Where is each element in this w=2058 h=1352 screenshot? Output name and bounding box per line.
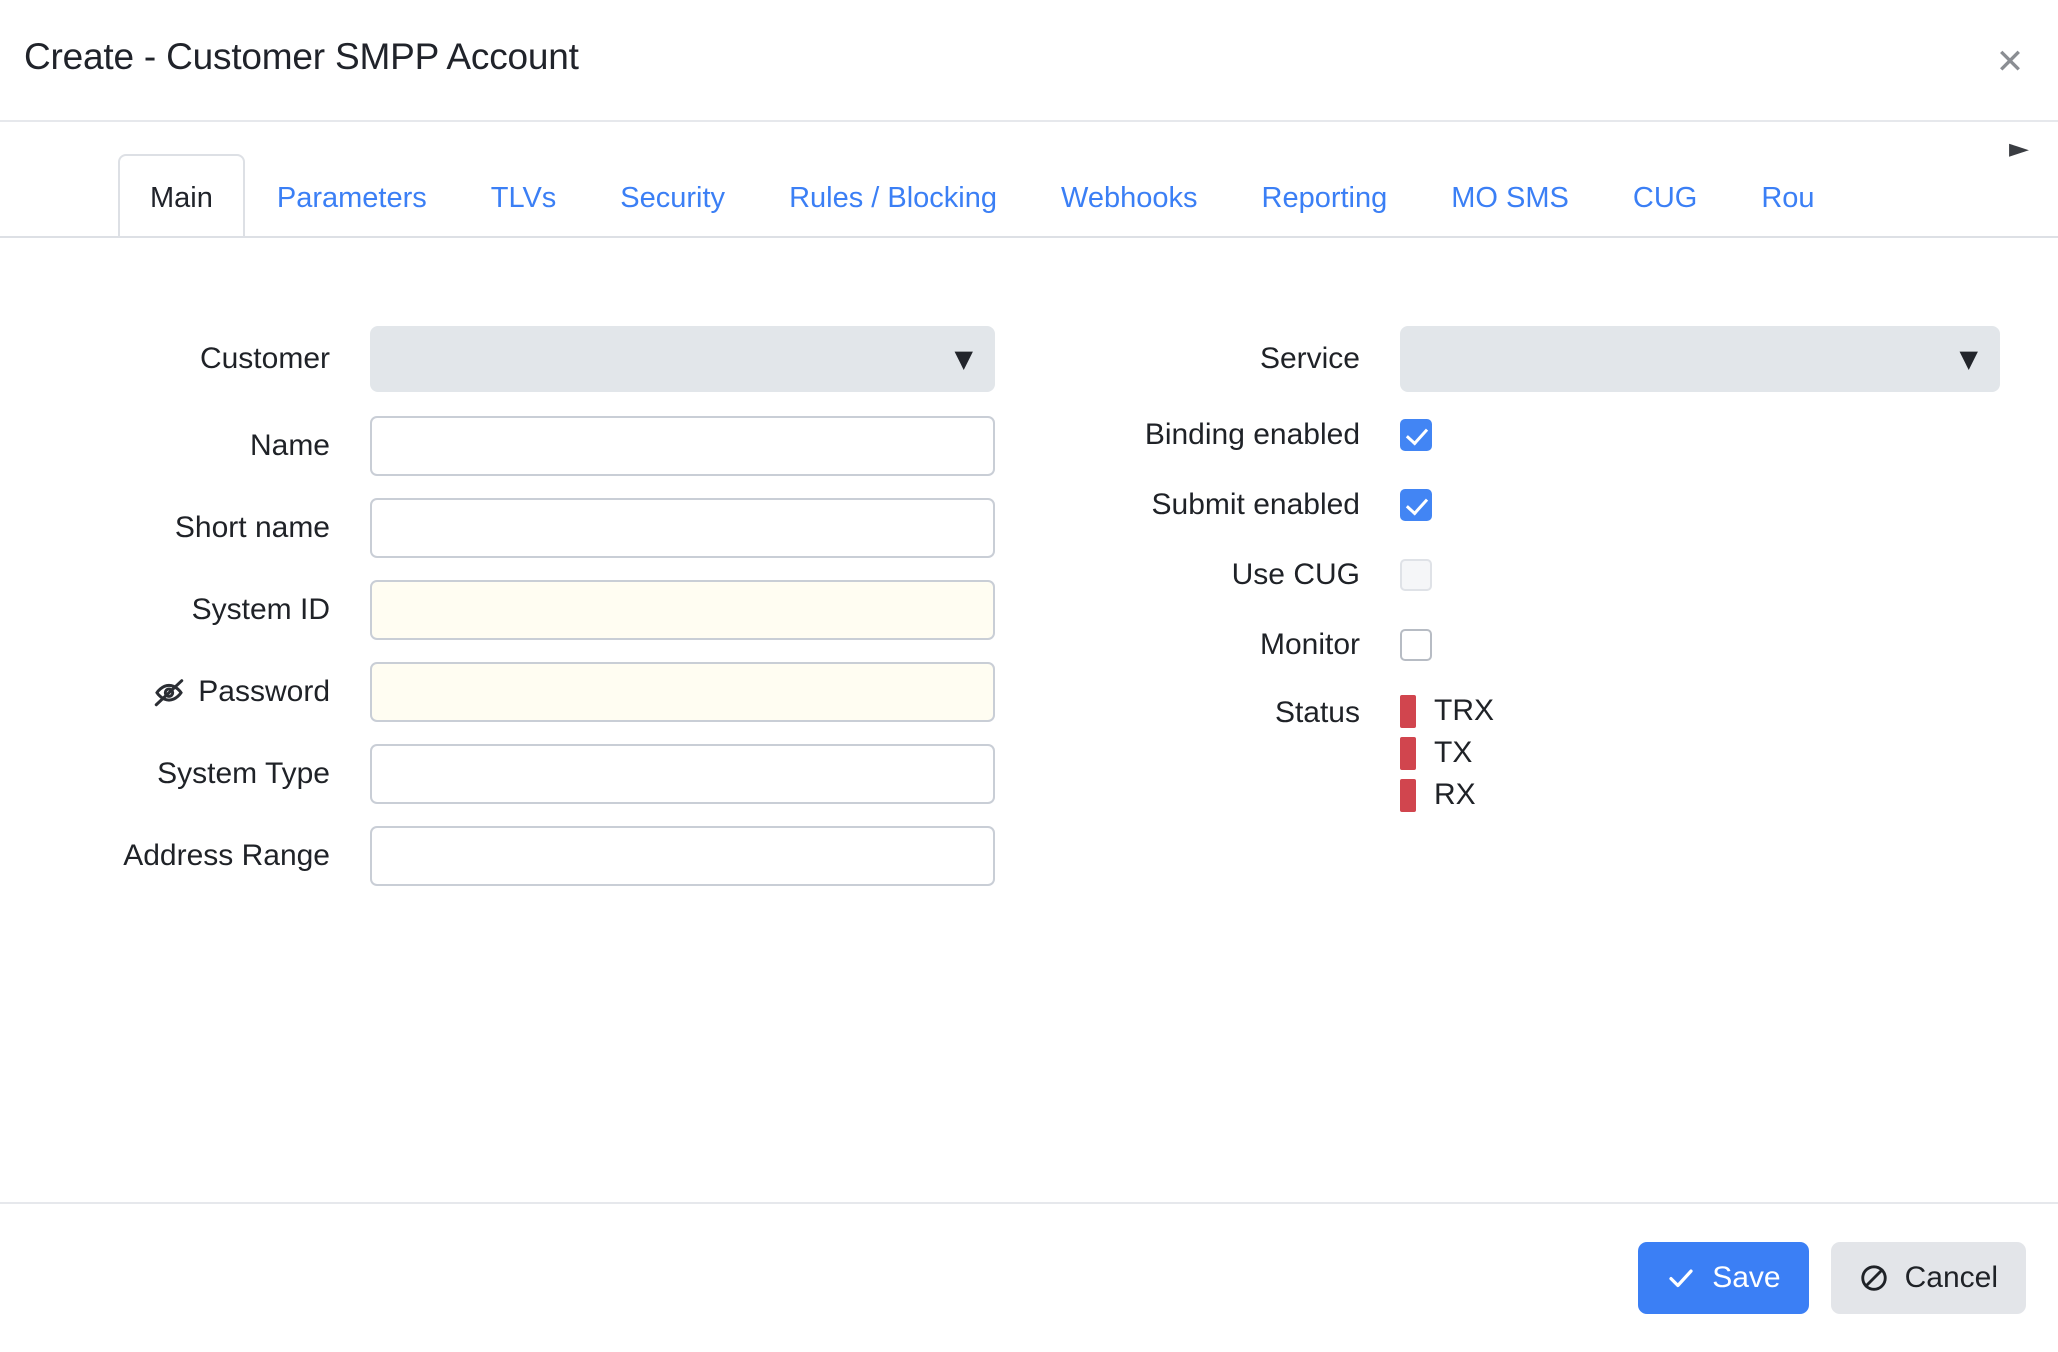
monitor-label: Monitor: [1259, 628, 1360, 661]
field-row-system-type: System Type: [0, 744, 995, 804]
customer-select[interactable]: ▼: [370, 326, 995, 392]
submit-enabled-checkbox[interactable]: [1400, 489, 1432, 521]
dialog-header: Create - Customer SMPP Account ✕: [0, 0, 2058, 122]
status-badge: TX: [1400, 736, 1494, 770]
dialog-footer: Save Cancel: [0, 1202, 2058, 1352]
status-indicator-icon: [1400, 694, 1416, 728]
eye-off-icon[interactable]: [152, 675, 186, 709]
field-row-password: Password: [0, 662, 995, 722]
save-button[interactable]: Save: [1638, 1242, 1809, 1314]
field-row-monitor: Monitor: [1030, 628, 2030, 662]
monitor-checkbox[interactable]: [1400, 629, 1432, 661]
customer-label: Customer: [199, 342, 330, 375]
tab-tlvs[interactable]: TLVs: [459, 154, 589, 236]
field-row-short-name: Short name: [0, 498, 995, 558]
status-indicator-icon: [1400, 736, 1416, 770]
tab-reporting[interactable]: Reporting: [1230, 154, 1420, 236]
system-id-label: System ID: [191, 593, 330, 626]
field-row-name: Name: [0, 416, 995, 476]
status-badge-list: TRX TX RX: [1400, 694, 1494, 812]
name-label: Name: [249, 429, 330, 462]
status-label: Status: [1274, 696, 1360, 729]
system-type-input[interactable]: [370, 744, 995, 804]
field-row-system-id: System ID: [0, 580, 995, 640]
field-row-service: Service ▼: [1030, 326, 2030, 392]
dialog-body: Customer ▼ Name Short name System ID Pas…: [0, 238, 2058, 1202]
tab-webhooks[interactable]: Webhooks: [1029, 154, 1230, 236]
field-row-binding-enabled: Binding enabled: [1030, 418, 2030, 452]
system-type-label: System Type: [157, 757, 330, 790]
service-select[interactable]: ▼: [1400, 326, 2000, 392]
status-tx-label: TX: [1434, 736, 1473, 769]
service-label: Service: [1259, 342, 1360, 375]
binding-enabled-checkbox[interactable]: [1400, 419, 1432, 451]
status-badge: RX: [1400, 778, 1494, 812]
binding-enabled-label: Binding enabled: [1144, 418, 1360, 451]
field-row-submit-enabled: Submit enabled: [1030, 488, 2030, 522]
field-row-customer: Customer ▼: [0, 326, 995, 392]
prohibition-icon: [1859, 1263, 1889, 1293]
tab-security[interactable]: Security: [588, 154, 757, 236]
save-button-label: Save: [1712, 1261, 1781, 1294]
tab-bar-wrapper: Main Parameters TLVs Security Rules / Bl…: [0, 122, 2058, 238]
password-input[interactable]: [370, 662, 995, 722]
tab-mo-sms[interactable]: MO SMS: [1419, 154, 1601, 236]
tab-routing[interactable]: Rou: [1729, 154, 1846, 236]
submit-enabled-label: Submit enabled: [1151, 488, 1360, 521]
address-range-input[interactable]: [370, 826, 995, 886]
use-cug-checkbox[interactable]: [1400, 559, 1432, 591]
short-name-input[interactable]: [370, 498, 995, 558]
password-label: Password: [198, 675, 330, 708]
field-row-status: Status TRX TX RX: [1030, 680, 2030, 812]
cancel-button[interactable]: Cancel: [1830, 1242, 2026, 1314]
tab-scroll-right-icon[interactable]: ►: [2004, 134, 2034, 164]
tab-cug[interactable]: CUG: [1601, 154, 1729, 236]
status-rx-label: RX: [1434, 778, 1476, 811]
page-title: Create - Customer SMPP Account: [24, 36, 579, 77]
chevron-down-icon: ▼: [1959, 345, 1978, 373]
tab-rules-blocking[interactable]: Rules / Blocking: [757, 154, 1029, 236]
chevron-down-icon: ▼: [954, 345, 973, 373]
status-badge: TRX: [1400, 694, 1494, 728]
create-customer-smpp-account-dialog: Create - Customer SMPP Account ✕ Main Pa…: [0, 0, 2058, 1352]
tab-main[interactable]: Main: [118, 154, 245, 236]
use-cug-label: Use CUG: [1231, 558, 1360, 591]
address-range-label: Address Range: [123, 839, 330, 872]
field-row-use-cug: Use CUG: [1030, 558, 2030, 592]
name-input[interactable]: [370, 416, 995, 476]
system-id-input[interactable]: [370, 580, 995, 640]
status-indicator-icon: [1400, 778, 1416, 812]
password-label-group: Password: [0, 675, 330, 709]
tab-parameters[interactable]: Parameters: [245, 154, 459, 236]
status-trx-label: TRX: [1434, 694, 1494, 727]
check-icon: [1666, 1263, 1696, 1293]
field-row-address-range: Address Range: [0, 826, 995, 886]
close-icon[interactable]: ✕: [1988, 40, 2032, 84]
cancel-button-label: Cancel: [1904, 1261, 1998, 1294]
tab-bar: Main Parameters TLVs Security Rules / Bl…: [0, 122, 2058, 238]
short-name-label: Short name: [174, 511, 330, 544]
